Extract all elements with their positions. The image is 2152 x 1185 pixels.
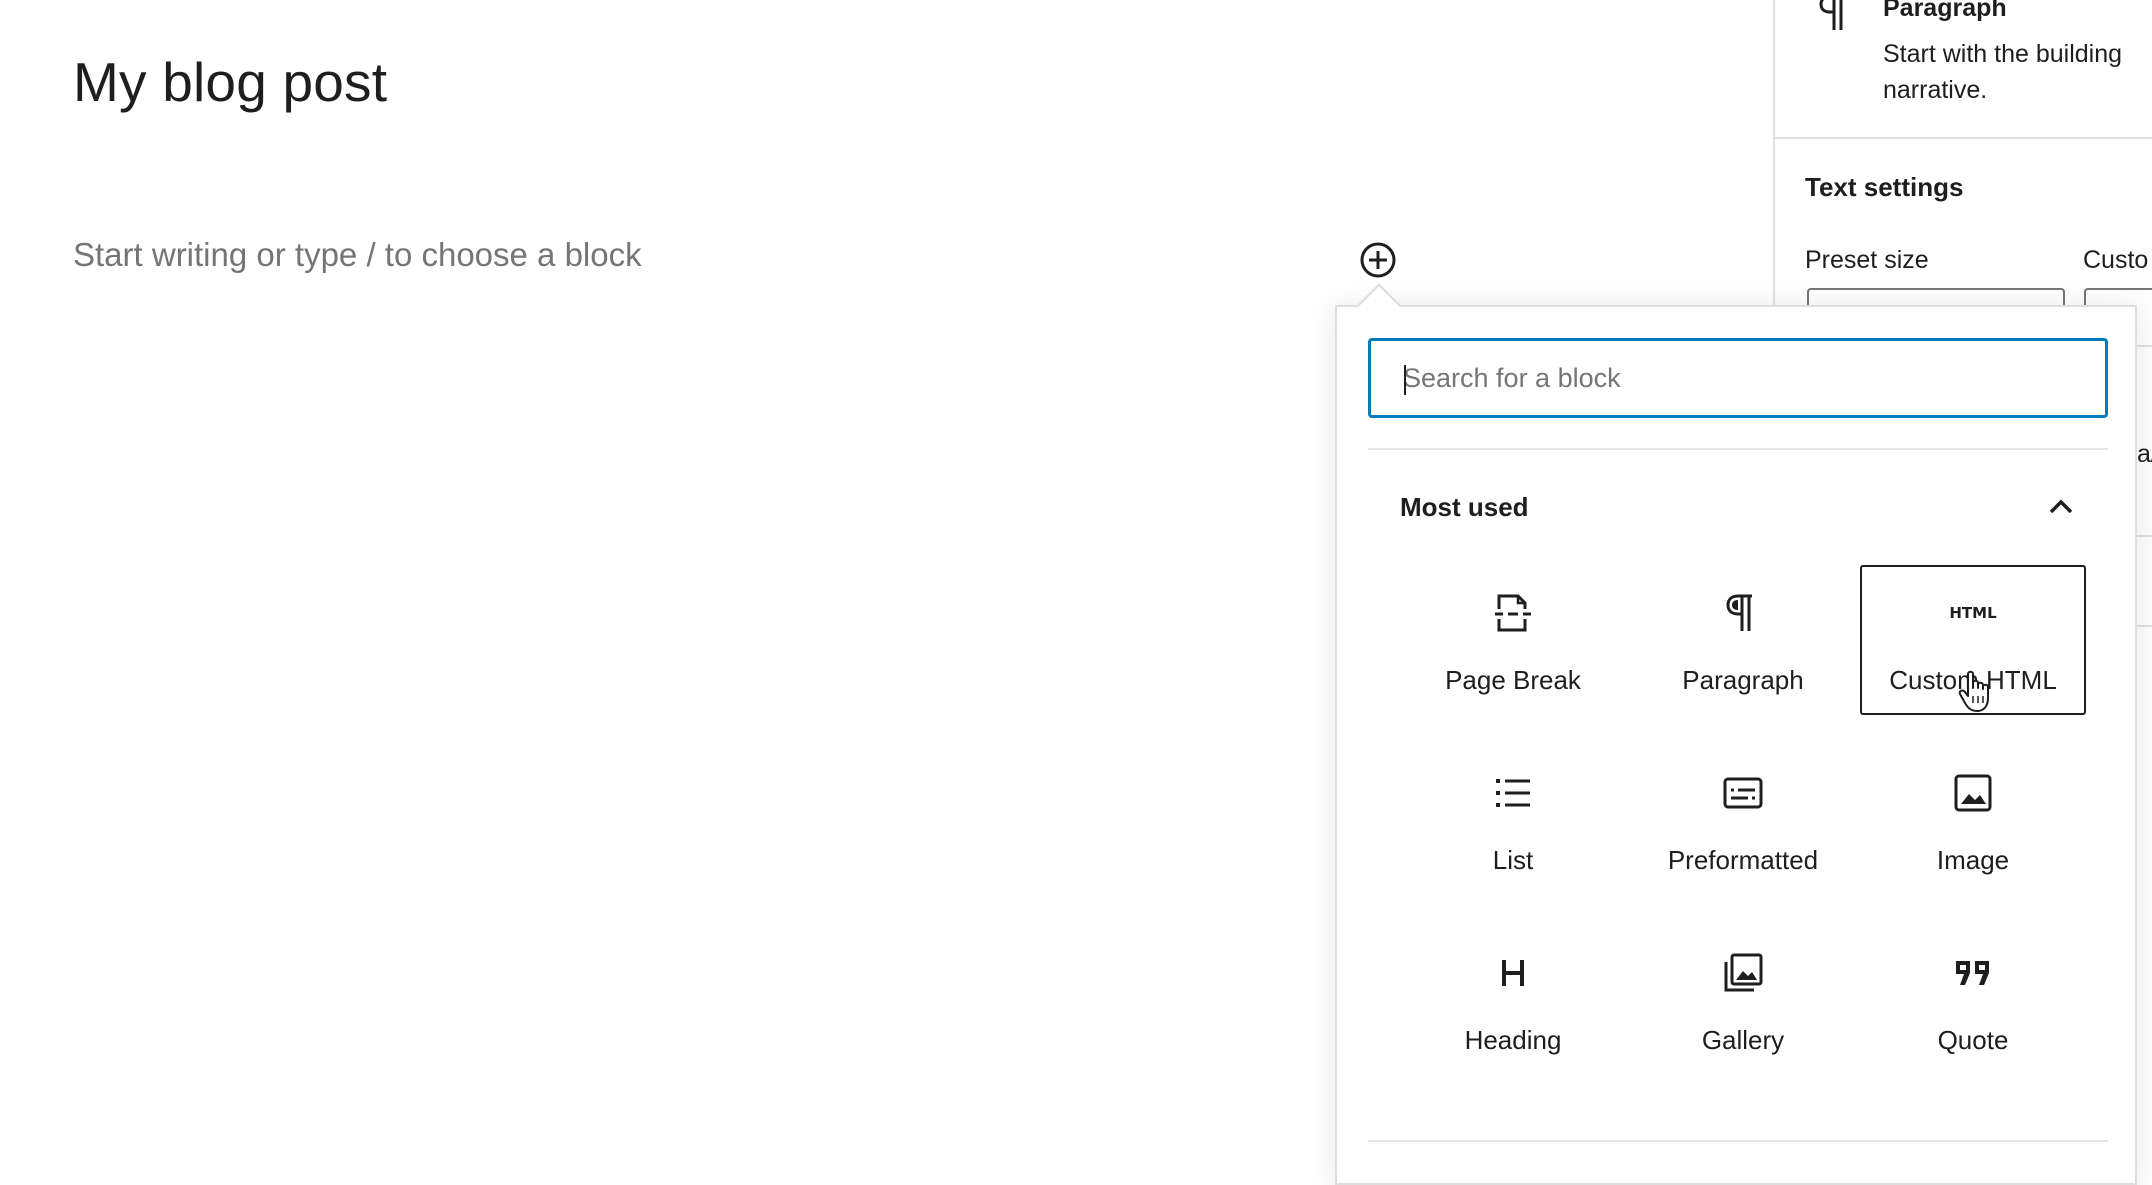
preset-size-label: Preset size xyxy=(1805,246,1929,274)
block-label: Preformatted xyxy=(1667,845,1819,875)
quote-icon xyxy=(1949,949,1997,997)
custom-size-label: Custo xyxy=(2083,246,2149,274)
block-label: Page Break xyxy=(1445,665,1581,695)
block-item-paragraph[interactable]: Paragraph xyxy=(1630,565,1856,715)
divider xyxy=(1368,448,2108,450)
html-icon: HTML xyxy=(1949,589,1997,637)
hand-cursor-icon xyxy=(1958,670,1989,712)
block-item-image[interactable]: Image xyxy=(1860,745,2086,895)
block-placeholder[interactable]: Start writing or type / to choose a bloc… xyxy=(73,236,642,274)
block-label: Image xyxy=(1936,845,2010,875)
block-inserter-popover: Most used Page Break xyxy=(1335,305,2137,1185)
svg-text:HTML: HTML xyxy=(1949,604,1997,622)
heading-icon xyxy=(1489,949,1537,997)
block-item-gallery[interactable]: Gallery xyxy=(1630,925,1856,1075)
block-label: Gallery xyxy=(1701,1025,1785,1055)
plus-circle-icon xyxy=(1360,242,1396,278)
divider xyxy=(1775,137,2152,139)
most-used-panel-toggle[interactable]: Most used xyxy=(1368,477,2108,537)
image-icon xyxy=(1949,769,1997,817)
post-title[interactable]: My blog post xyxy=(73,50,387,114)
block-item-quote[interactable]: Quote xyxy=(1860,925,2086,1075)
gallery-icon xyxy=(1719,949,1767,997)
block-item-list[interactable]: List xyxy=(1400,745,1626,895)
block-item-page-break[interactable]: Page Break xyxy=(1400,565,1626,715)
divider xyxy=(1368,1140,2108,1142)
preformatted-icon xyxy=(1719,769,1767,817)
block-types-list: Page Break Paragraph HTML Custom HTML Li… xyxy=(1398,563,2088,1103)
paragraph-icon xyxy=(1719,589,1767,637)
sidebar-text-fragment: a/ xyxy=(2137,440,2152,468)
block-card-title: Paragraph xyxy=(1883,0,2007,22)
page-break-icon xyxy=(1489,589,1537,637)
list-icon xyxy=(1489,769,1537,817)
block-item-heading[interactable]: Heading xyxy=(1400,925,1626,1075)
block-label: Quote xyxy=(1937,1025,2009,1055)
block-label: List xyxy=(1492,845,1534,875)
block-inserter-toggle[interactable] xyxy=(1358,240,1398,280)
paragraph-icon xyxy=(1819,0,1843,30)
panel-title: Most used xyxy=(1400,491,1529,522)
text-settings-title[interactable]: Text settings xyxy=(1805,172,1963,203)
text-caret xyxy=(1404,365,1406,395)
chevron-up-icon xyxy=(2049,499,2073,514)
block-search-input[interactable] xyxy=(1401,361,2105,395)
block-label: Heading xyxy=(1464,1025,1562,1055)
block-item-preformatted[interactable]: Preformatted xyxy=(1630,745,1856,895)
block-label: Paragraph xyxy=(1682,665,1804,695)
block-card-description: Start with the building narrative. xyxy=(1883,40,2123,104)
block-search-box[interactable] xyxy=(1368,338,2108,418)
